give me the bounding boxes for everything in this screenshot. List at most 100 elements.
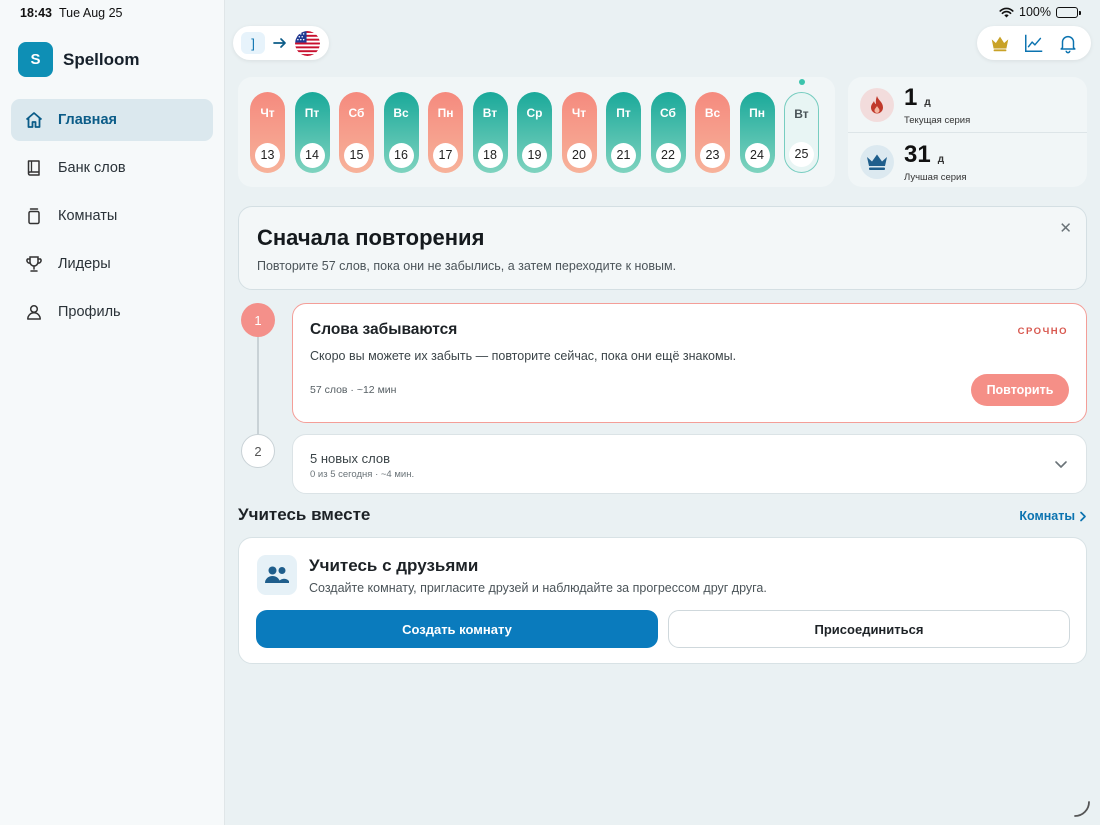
sidebar: S Spelloom Главная Банк слов Комнаты Лид… (0, 0, 225, 825)
card-title: 5 новых слов (310, 451, 390, 466)
resize-handle-icon[interactable] (1072, 799, 1092, 819)
chevron-down-icon[interactable] (1052, 455, 1070, 473)
calendar-day[interactable]: Пн 24 (739, 91, 775, 173)
sidebar-item-leaders[interactable]: Лидеры (11, 243, 213, 285)
sidebar-item-profile[interactable]: Профиль (11, 291, 213, 333)
source-language: ] (241, 32, 265, 54)
urgent-badge: СРОЧНО (1017, 326, 1068, 337)
card-meta: 0 из 5 сегодня · ~4 мин. (310, 469, 415, 480)
crown-icon (860, 145, 894, 179)
calendar-day[interactable]: Пн 17 (428, 91, 463, 173)
calendar-day[interactable]: Чт 20 (561, 91, 597, 173)
sidebar-item-label: Комнаты (58, 208, 118, 224)
sidebar-item-home[interactable]: Главная (11, 99, 213, 141)
rooms-link[interactable]: Комнаты (1019, 509, 1087, 523)
calendar-date: 22 (655, 142, 681, 168)
streaks-panel: 1д Текущая серия 31 д Лучшая серия (848, 77, 1087, 187)
calendar-date: 13 (255, 142, 280, 168)
wifi-icon (999, 7, 1014, 17)
app-logo: S (18, 42, 53, 77)
best-streak-unit: д (937, 154, 945, 165)
calendar-day[interactable]: Сб 22 (650, 91, 686, 173)
chart-icon[interactable] (1023, 32, 1045, 54)
calendar-day[interactable]: Ср 19 (517, 91, 552, 173)
status-time: 18:43 (20, 6, 52, 20)
calendar-day[interactable]: Вс 16 (383, 91, 419, 173)
calendar-day[interactable]: Пт 21 (606, 91, 641, 173)
bell-icon[interactable] (1057, 32, 1079, 54)
step-number-1: 1 (241, 303, 275, 337)
sidebar-nav: Главная Банк слов Комнаты Лидеры Профиль (11, 99, 213, 339)
calendar-date: 25 (789, 141, 814, 167)
battery-percent: 100% (1019, 5, 1051, 19)
calendar-date: 21 (611, 142, 636, 168)
calendar-weekday: Вт (482, 105, 498, 120)
review-button[interactable]: Повторить (971, 374, 1069, 406)
create-room-button[interactable]: Создать комнату (256, 610, 658, 648)
calendar-day[interactable]: Вт 18 (472, 91, 508, 173)
banner-subtitle: Повторите 57 слов, пока они не забылись,… (257, 259, 677, 273)
streak-divider (848, 132, 1087, 133)
calendar-date: 17 (433, 142, 458, 168)
sidebar-item-label: Лидеры (58, 256, 111, 272)
step-number-2: 2 (241, 434, 275, 468)
calendar-weekday: Вс (704, 105, 721, 120)
card-title: Слова забываются (310, 321, 458, 338)
calendar-weekday: Ср (526, 105, 543, 120)
card-meta: 57 слов · ~12 мин (310, 384, 397, 396)
sidebar-item-rooms[interactable]: Комнаты (11, 195, 213, 237)
rooms-icon (28, 208, 40, 225)
learn-with-friends-card: Учитесь с друзьями Создайте комнату, при… (238, 537, 1087, 664)
crown-icon[interactable] (989, 32, 1011, 54)
current-streak: 1д Текущая серия (860, 84, 970, 126)
arrow-right-icon (273, 38, 286, 48)
calendar-weekday: Чт (571, 105, 587, 120)
brand: S Spelloom (18, 42, 140, 77)
status-date: Tue Aug 25 (59, 6, 123, 20)
calendar-day-today[interactable]: Вт 25 (784, 78, 819, 173)
step-connector (257, 334, 259, 438)
calendar-date: 24 (744, 142, 770, 168)
close-icon[interactable]: ✕ (1059, 219, 1072, 237)
calendar-day[interactable]: Сб 15 (339, 91, 374, 173)
book-icon (27, 160, 40, 176)
card-subtitle: Создайте комнату, пригласите друзей и на… (309, 581, 767, 595)
calendar-date: 19 (522, 142, 547, 168)
top-toolbar (977, 26, 1091, 60)
calendar-weekday: Чт (260, 105, 275, 120)
status-bar: 18:43 Tue Aug 25 100% (0, 0, 1100, 26)
us-flag-icon (295, 30, 320, 56)
chevron-right-icon (1080, 511, 1086, 521)
calendar-weekday: Пт (616, 105, 631, 120)
card-title: Учитесь с друзьями (309, 556, 479, 575)
fire-icon (860, 88, 894, 122)
new-words-card[interactable]: 5 новых слов 0 из 5 сегодня · ~4 мин. (292, 434, 1087, 494)
join-room-button[interactable]: Присоединиться (668, 610, 1070, 648)
calendar-weekday: Вт (794, 106, 809, 121)
calendar-day[interactable]: Пт 14 (294, 91, 330, 173)
current-streak-unit: д (924, 97, 931, 108)
app-name: Spelloom (63, 49, 140, 69)
sidebar-item-label: Главная (58, 112, 117, 128)
language-selector[interactable]: ] (233, 26, 329, 60)
sidebar-item-word-bank[interactable]: Банк слов (11, 147, 213, 189)
calendar-date: 15 (344, 142, 369, 168)
forgetting-words-card: Слова забываются СРОЧНО Скоро вы можете … (292, 303, 1087, 423)
banner-title: Сначала повторения (257, 225, 485, 250)
best-streak-value: 31 (904, 141, 931, 168)
trophy-icon (26, 256, 42, 272)
card-description: Скоро вы можете их забыть — повторите се… (310, 349, 737, 363)
review-first-banner: Сначала повторения Повторите 57 слов, по… (238, 206, 1087, 290)
person-icon (27, 304, 41, 320)
rooms-link-label: Комнаты (1019, 509, 1075, 523)
calendar-day[interactable]: Чт 13 (250, 91, 285, 173)
calendar-weekday: Вс (393, 105, 409, 120)
best-streak: 31 д Лучшая серия (860, 141, 967, 183)
today-indicator (798, 78, 805, 85)
calendar-weekday: Пн (749, 105, 765, 120)
calendar-day[interactable]: Вс 23 (695, 91, 730, 173)
calendar-weekday: Пн (437, 105, 454, 120)
people-icon (257, 555, 297, 595)
section-heading: Учитесь вместе (238, 505, 371, 524)
sidebar-item-label: Банк слов (58, 160, 126, 176)
